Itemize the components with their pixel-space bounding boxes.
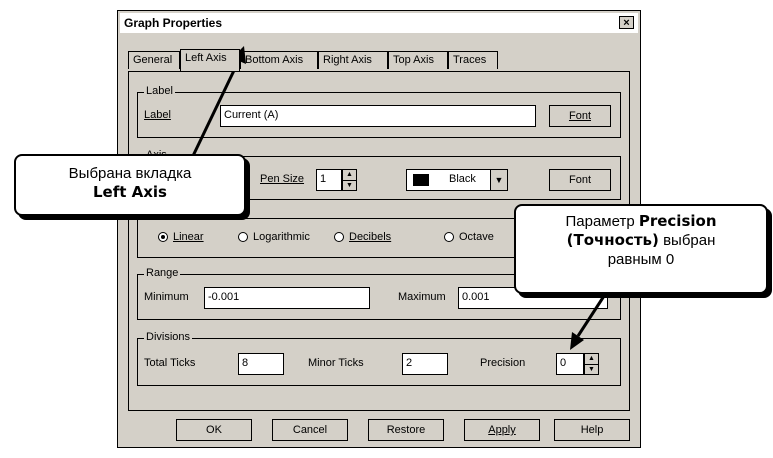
help-button[interactable]: Help xyxy=(554,419,630,441)
precision-callout-rest1: выбран xyxy=(658,232,716,249)
range-group-title: Range xyxy=(144,267,181,279)
total-ticks-label: Total Ticks xyxy=(144,357,196,369)
spin-up-icon[interactable]: ▲ xyxy=(343,170,356,180)
scale-octave-radio[interactable]: Octave xyxy=(444,231,494,243)
scale-linear-radio[interactable]: Linear xyxy=(158,231,204,243)
spin-up-icon[interactable]: ▲ xyxy=(585,354,598,364)
maximum-label: Maximum xyxy=(398,291,446,303)
scale-decibels-label: Decibels xyxy=(349,231,392,243)
left-axis-callout-line1: Выбрана вкладка xyxy=(68,165,192,182)
color-swatch xyxy=(413,174,429,186)
precision-label: Precision xyxy=(480,357,526,369)
precision-callout-prefix: Параметр xyxy=(565,213,639,230)
precision-spinner[interactable]: ▲ ▼ xyxy=(584,353,599,375)
ok-button[interactable]: OK xyxy=(176,419,252,441)
label-input[interactable]: Current (A) xyxy=(220,105,536,127)
minimum-label: Minimum xyxy=(144,291,189,303)
divisions-group: Divisions Total Ticks 8 Minor Ticks 2 Pr… xyxy=(137,331,621,386)
scale-logarithmic-label: Logarithmic xyxy=(253,231,310,243)
scale-linear-label: Linear xyxy=(173,231,204,243)
color-select[interactable]: Black ▼ xyxy=(406,169,508,191)
restore-button[interactable]: Restore xyxy=(368,419,444,441)
tab-top-axis[interactable]: Top Axis xyxy=(388,51,448,69)
tab-bottom-axis[interactable]: Bottom Axis xyxy=(240,51,318,69)
pen-size-label: Pen Size xyxy=(260,173,305,185)
radio-icon xyxy=(334,232,344,242)
spin-down-icon[interactable]: ▼ xyxy=(585,364,598,375)
cancel-button[interactable]: Cancel xyxy=(272,419,348,441)
label-font-button[interactable]: Font xyxy=(549,105,611,127)
scale-logarithmic-radio[interactable]: Logarithmic xyxy=(238,231,310,243)
minimum-input[interactable]: -0.001 xyxy=(204,287,370,309)
precision-input[interactable]: 0 xyxy=(556,353,584,375)
spin-down-icon[interactable]: ▼ xyxy=(343,180,356,191)
minor-ticks-input[interactable]: 2 xyxy=(402,353,448,375)
label-field-label: Label xyxy=(144,109,171,121)
axis-font-button[interactable]: Font xyxy=(549,169,611,191)
tab-left-axis[interactable]: Left Axis xyxy=(180,49,240,71)
label-group-title: Label xyxy=(144,85,175,97)
close-icon[interactable]: × xyxy=(619,16,634,29)
tab-right-axis[interactable]: Right Axis xyxy=(318,51,388,69)
label-font-button-label: Font xyxy=(568,110,591,122)
tab-general[interactable]: General xyxy=(128,51,180,69)
tab-traces[interactable]: Traces xyxy=(448,51,498,69)
precision-callout: Параметр Precision (Точность) выбран рав… xyxy=(514,204,768,294)
precision-callout-bold1: Precision xyxy=(638,212,717,230)
left-axis-callout: Выбрана вкладка Left Axis xyxy=(14,154,246,216)
precision-callout-rest2: равным 0 xyxy=(607,251,675,268)
axis-font-button-label: Font xyxy=(568,174,591,186)
radio-icon xyxy=(444,232,454,242)
scale-octave-label: Octave xyxy=(459,231,494,243)
pen-size-spinner[interactable]: ▲ ▼ xyxy=(342,169,357,191)
dialog-title: Graph Properties xyxy=(124,16,223,30)
pen-size-input[interactable]: 1 xyxy=(316,169,342,191)
title-bar[interactable]: Graph Properties × xyxy=(120,13,638,33)
radio-icon xyxy=(238,232,248,242)
color-select-value: Black xyxy=(449,173,476,185)
apply-button-label: Apply xyxy=(488,424,516,436)
left-axis-callout-line2: Left Axis xyxy=(92,183,167,201)
apply-button[interactable]: Apply xyxy=(464,419,540,441)
precision-callout-bold2: (Точность) xyxy=(566,231,659,249)
chevron-down-icon[interactable]: ▼ xyxy=(490,170,507,190)
radio-selected-icon xyxy=(158,232,168,242)
label-group: Label Label Current (A) Font xyxy=(137,85,621,138)
minor-ticks-label: Minor Ticks xyxy=(308,357,364,369)
total-ticks-input[interactable]: 8 xyxy=(238,353,284,375)
divisions-group-title: Divisions xyxy=(144,331,193,343)
scale-decibels-radio[interactable]: Decibels xyxy=(334,231,391,243)
